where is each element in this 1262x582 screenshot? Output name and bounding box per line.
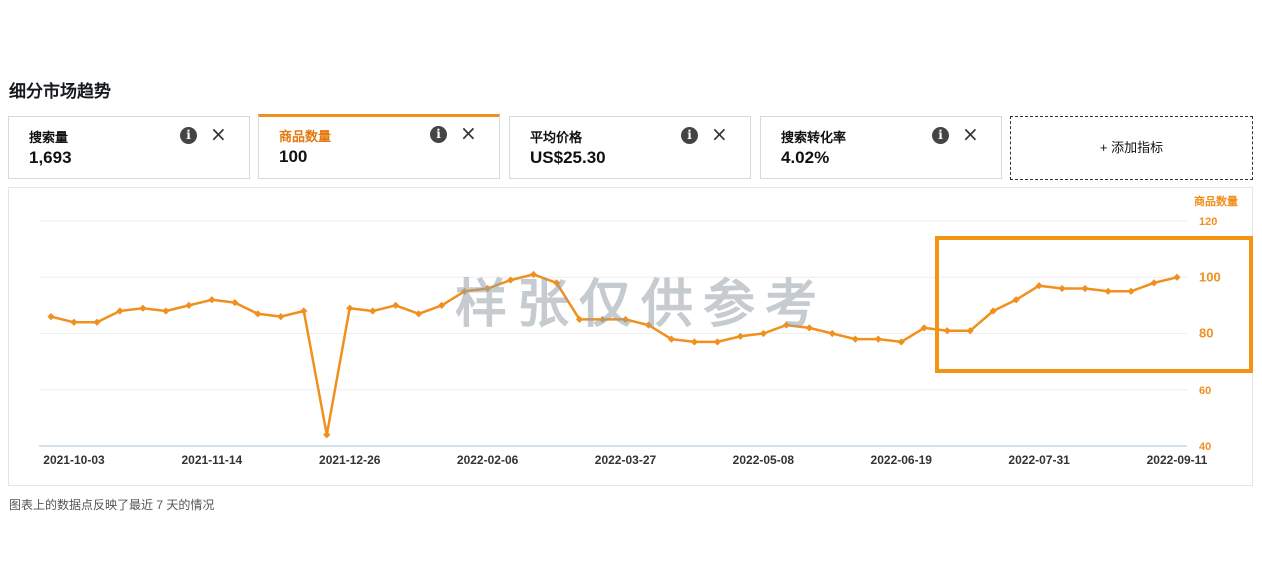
close-icon[interactable]: × xyxy=(460,122,477,144)
x-tick-label: 2021-11-14 xyxy=(181,453,242,467)
data-point xyxy=(713,338,722,346)
data-point xyxy=(300,307,308,315)
data-point xyxy=(277,313,285,321)
data-point xyxy=(851,335,859,343)
y-tick-label: 40 xyxy=(1199,441,1211,453)
data-point xyxy=(874,335,882,343)
x-tick-label: 2022-05-08 xyxy=(733,453,795,467)
metric-card-average-price[interactable]: 平均价格 US$25.30 i × xyxy=(509,116,751,179)
add-metric-button[interactable]: + 添加指标 xyxy=(1010,116,1253,180)
metric-label: 搜索量 xyxy=(29,130,69,145)
section-title: 细分市场趋势 xyxy=(9,82,111,101)
data-point xyxy=(323,431,331,439)
info-icon[interactable]: i xyxy=(681,127,698,144)
close-icon[interactable]: × xyxy=(711,123,728,145)
metric-label: 平均价格 xyxy=(530,130,583,145)
data-point xyxy=(47,313,55,321)
y-axis-title: 商品数量 xyxy=(1194,194,1238,208)
x-tick-label: 2022-06-19 xyxy=(871,453,933,467)
x-tick-label: 2022-07-31 xyxy=(1008,453,1070,467)
data-point xyxy=(415,310,423,318)
data-point xyxy=(139,304,147,312)
highlight-box xyxy=(935,236,1253,373)
data-point xyxy=(690,338,699,346)
metric-value: 4.02% xyxy=(781,148,830,167)
data-point xyxy=(828,329,836,338)
info-icon[interactable]: i xyxy=(180,127,197,144)
data-point xyxy=(392,301,400,309)
info-icon[interactable]: i xyxy=(932,127,949,144)
data-point xyxy=(346,304,354,312)
metric-value: 100 xyxy=(279,147,308,166)
metric-value: US$25.30 xyxy=(530,148,606,167)
chart-footnote: 图表上的数据点反映了最近 7 天的情况 xyxy=(9,498,215,512)
metric-card-product-count[interactable]: 商品数量 100 i × xyxy=(258,114,500,179)
data-point xyxy=(70,318,78,326)
x-tick-label: 2022-09-11 xyxy=(1147,453,1208,467)
metric-label: 搜索转化率 xyxy=(781,130,847,145)
metric-card-search-conversion[interactable]: 搜索转化率 4.02% i × xyxy=(760,116,1002,179)
y-tick-label: 120 xyxy=(1199,216,1217,228)
info-icon[interactable]: i xyxy=(430,126,447,143)
x-tick-label: 2022-02-06 xyxy=(457,453,519,467)
x-tick-label: 2022-03-27 xyxy=(595,453,657,467)
y-tick-label: 60 xyxy=(1199,385,1211,397)
data-point xyxy=(162,307,170,315)
close-icon[interactable]: × xyxy=(210,123,227,145)
close-icon[interactable]: × xyxy=(962,123,979,145)
x-tick-label: 2021-10-03 xyxy=(43,453,105,467)
watermark: 样张仅供参考 xyxy=(455,275,828,335)
metric-cards: 搜索量 1,693 i × 商品数量 100 i × 平均价格 US$25.30… xyxy=(8,114,1253,180)
metric-value: 1,693 xyxy=(29,148,72,167)
data-point xyxy=(369,307,377,315)
metric-card-search-volume[interactable]: 搜索量 1,693 i × xyxy=(8,116,250,179)
data-point xyxy=(208,296,216,304)
metric-label: 商品数量 xyxy=(279,129,332,144)
x-tick-label: 2021-12-26 xyxy=(319,453,381,467)
data-point xyxy=(185,301,193,309)
